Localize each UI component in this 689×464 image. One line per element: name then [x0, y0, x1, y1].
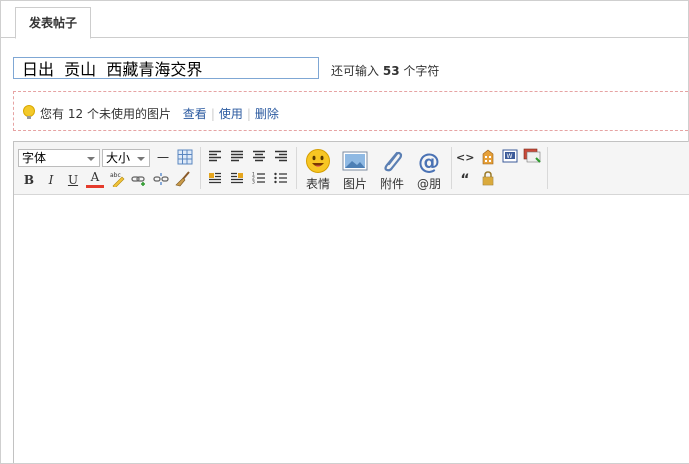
attachment-button[interactable]: 附件 [376, 148, 408, 192]
remaining-count: 53 [382, 64, 400, 78]
align-center-button[interactable] [250, 149, 268, 167]
delete-link[interactable]: 删除 [255, 107, 279, 121]
chevron-down-icon [87, 157, 95, 161]
spellcheck-button[interactable]: abc [108, 171, 126, 189]
svg-text:W: W [507, 153, 513, 160]
image-label: 图片 [342, 177, 367, 191]
notice-count: 12 [67, 107, 84, 121]
insert-link-button[interactable] [130, 171, 148, 189]
rich-text-editor: 字体 大小 一 B I U A abc 1 2 3 表情 图片 附件 @ @朋 … [13, 141, 689, 463]
lock-content-button[interactable] [479, 170, 497, 188]
table-icon [177, 149, 193, 165]
code-button[interactable]: <> [456, 149, 474, 167]
align-left-icon [209, 150, 221, 162]
remaining-prefix: 还可输入 [331, 64, 380, 78]
smiley-icon [306, 149, 330, 173]
ordered-list-button[interactable]: 123 [250, 171, 268, 189]
lock-icon [482, 171, 494, 186]
notice-text-before: 您有 [40, 107, 65, 121]
emoji-button[interactable]: 表情 [302, 148, 334, 192]
font-family-select[interactable]: 字体 [18, 149, 100, 167]
toolbar-divider [296, 147, 297, 189]
chevron-down-icon [137, 157, 145, 161]
image-icon [342, 151, 368, 171]
float-left-icon [209, 172, 221, 184]
tab-bar: 发表帖子 [1, 1, 688, 39]
horizontal-rule-button[interactable]: 一 [154, 149, 172, 167]
float-left-button[interactable] [206, 171, 224, 189]
emoji-label: 表情 [305, 177, 330, 191]
attachment-label: 附件 [379, 177, 404, 191]
align-right-button[interactable] [272, 149, 290, 167]
size-select-label: 大小 [106, 151, 131, 165]
mention-button[interactable]: @ @朋 [412, 148, 446, 192]
insert-media-button[interactable]: W [501, 148, 519, 166]
tab-post[interactable]: 发表帖子 [15, 7, 91, 39]
float-right-icon [231, 172, 243, 184]
divider: | [246, 107, 251, 121]
media-icon: W [502, 149, 518, 163]
notice-message: 您有 12 个未使用的图片 查看 | 使用 | 删除 [40, 105, 279, 122]
remaining-suffix: 个字符 [403, 64, 440, 78]
unlink-button[interactable] [152, 171, 170, 189]
svg-text:abc: abc [110, 172, 121, 179]
float-right-button[interactable] [228, 171, 246, 189]
align-center-icon [253, 150, 265, 162]
underline-button[interactable]: U [64, 171, 82, 189]
unordered-list-button[interactable] [272, 171, 290, 189]
font-select-label: 字体 [22, 151, 47, 165]
svg-text:3: 3 [252, 180, 255, 185]
notice-text-after: 个未使用的图片 [86, 107, 171, 121]
align-left-button[interactable] [206, 149, 224, 167]
divider: | [210, 107, 215, 121]
unordered-list-icon [274, 172, 287, 184]
ordered-list-icon: 123 [252, 172, 265, 186]
view-link[interactable]: 查看 [183, 107, 207, 121]
highlighter-icon: abc [110, 172, 125, 189]
editor-toolbar: 字体 大小 一 B I U A abc 1 2 3 表情 图片 附件 @ @朋 … [14, 142, 689, 195]
toolbar-divider [200, 147, 201, 189]
image-button[interactable]: 图片 [339, 148, 371, 192]
at-sign-icon: @ [418, 150, 440, 174]
gallery-icon [523, 148, 541, 163]
mention-label: @朋 [416, 177, 441, 191]
font-size-select[interactable]: 大小 [102, 149, 150, 167]
toolbar-divider [451, 147, 452, 189]
unused-images-notice: 您有 12 个未使用的图片 查看 | 使用 | 删除 [13, 91, 688, 131]
use-link[interactable]: 使用 [219, 107, 243, 121]
unlink-icon [153, 173, 169, 185]
align-justify-button[interactable] [228, 149, 246, 167]
table-button[interactable] [176, 149, 194, 167]
brush-icon [175, 171, 190, 187]
toolbar-divider [547, 147, 548, 189]
clear-format-button[interactable] [174, 171, 192, 189]
link-icon [131, 176, 145, 186]
svg-text:@: @ [418, 150, 440, 174]
lightbulb-icon [23, 105, 35, 119]
building-icon [482, 149, 494, 165]
title-input[interactable] [13, 57, 319, 79]
post-editor-panel: 发表帖子 还可输入 53 个字符 您有 12 个未使用的图片 查看|使用|删除 … [0, 0, 689, 464]
quote-button[interactable]: “ [456, 171, 474, 189]
font-color-button[interactable]: A [86, 169, 104, 188]
editor-content-area[interactable] [14, 195, 689, 463]
bold-button[interactable]: B [20, 171, 38, 189]
italic-button[interactable]: I [42, 171, 60, 189]
paperclip-icon [384, 151, 403, 172]
align-right-icon [275, 150, 287, 162]
insert-gallery-button[interactable] [523, 148, 541, 166]
post-hide-button[interactable] [479, 148, 497, 166]
align-justify-icon [231, 150, 243, 162]
remaining-chars: 还可输入 53 个字符 [331, 62, 439, 79]
